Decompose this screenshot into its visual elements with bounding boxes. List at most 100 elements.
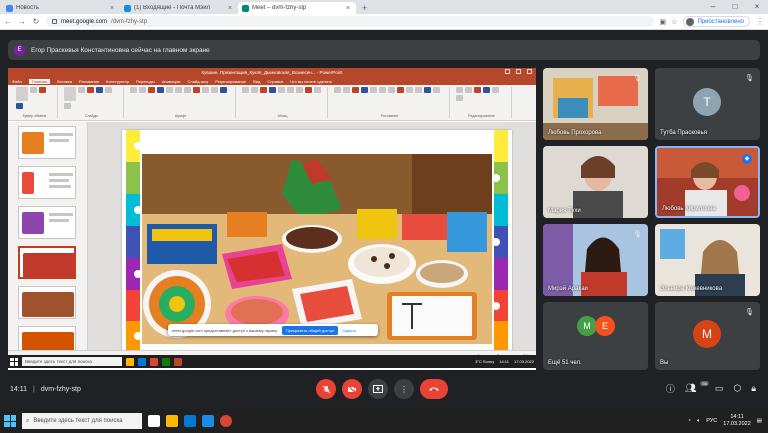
- ribbon-button: [465, 87, 472, 93]
- task-view-icon[interactable]: [148, 415, 160, 427]
- present-icon: [373, 384, 383, 393]
- tab-mail[interactable]: (1) Входящие - Почта Мэйл ×: [120, 2, 238, 14]
- ppt-maximize-icon: [516, 69, 521, 74]
- camera-toggle-button[interactable]: [342, 379, 362, 399]
- more-options-button[interactable]: ⋮: [394, 379, 414, 399]
- ribbon-button: [39, 87, 46, 93]
- ribbon-button: [64, 87, 76, 101]
- close-icon[interactable]: ×: [346, 5, 352, 12]
- shared-screen: Кувшин, Презентация_Кукля_Дымковская_Воз…: [8, 68, 536, 370]
- ribbon-group: Рисование: [330, 87, 450, 118]
- file-explorer-icon[interactable]: [166, 415, 178, 427]
- ribbon-button: [87, 87, 94, 93]
- ribbon-group-label: Редактирование: [468, 114, 495, 118]
- search-icon: ⌕: [26, 417, 30, 424]
- wifi-icon[interactable]: ◔: [688, 418, 691, 424]
- ppt-tab: Справка: [267, 78, 284, 84]
- ppt-ribbon: Буфер обмена Слайды Шрифт Абзац Рисование Ред…: [8, 85, 536, 121]
- info-icon[interactable]: ⓘ: [666, 382, 675, 395]
- ribbon-group-buttons: [64, 87, 119, 109]
- ribbon-button: [406, 87, 413, 93]
- mic-off-icon: 🎙︎: [745, 309, 754, 316]
- camera-indicator-icon[interactable]: ▣: [660, 18, 667, 26]
- present-screen-button[interactable]: [368, 379, 388, 399]
- tab-meet[interactable]: Meet – dvm-fzhy-stp ×: [238, 2, 356, 14]
- close-window-icon[interactable]: ×: [746, 0, 768, 14]
- ribbon-button: [157, 87, 164, 93]
- leave-call-button[interactable]: [420, 379, 448, 399]
- people-icon[interactable]: 👥︎ 56: [685, 381, 709, 394]
- forward-arrow-icon[interactable]: →: [18, 17, 26, 26]
- taskbar-search[interactable]: ⌕ Введите здесь текст для поиска: [22, 413, 142, 429]
- lock-icon[interactable]: 🔒︎: [751, 383, 756, 394]
- ribbon-button: [424, 87, 431, 93]
- menu-kebab-icon[interactable]: ⋮: [756, 17, 764, 26]
- minimize-icon[interactable]: –: [702, 0, 724, 14]
- participant-tile[interactable]: Эльвира Кожевникова: [655, 224, 760, 296]
- participant-name: Любовь Кириллова: [662, 206, 716, 212]
- banner-text: Егор Праскевья Константиновна сейчас на …: [31, 46, 210, 54]
- thumb-image: [22, 132, 44, 154]
- mic-off-icon: 🎙︎: [633, 231, 642, 238]
- participant-tile[interactable]: Т Тутба Прасковья 🎙︎: [655, 68, 760, 140]
- chrome-icon[interactable]: [220, 415, 232, 427]
- share-notice-text: meet.google.com предоставляет доступ к в…: [172, 327, 278, 333]
- language-indicator[interactable]: РУС: [706, 418, 717, 424]
- windows-start-icon[interactable]: [4, 415, 16, 427]
- volume-icon[interactable]: 🔈︎: [697, 418, 700, 425]
- edge-icon[interactable]: [184, 415, 196, 427]
- participant-name: Ещё 51 чел.: [548, 360, 582, 366]
- participant-tile[interactable]: Мирэй Аракаи 🎙︎: [543, 224, 648, 296]
- profile-avatar: [686, 17, 695, 26]
- avatar: M: [693, 320, 721, 348]
- ribbon-group-buttons: [456, 87, 507, 101]
- self-tile[interactable]: M Вы 🎙︎: [655, 302, 760, 370]
- chat-icon[interactable]: ▭: [715, 383, 724, 394]
- participant-name: Любовь Прохорова: [548, 130, 602, 136]
- ppt-title-bar: Кувшин, Презентация_Кукля_Дымковская_Воз…: [8, 68, 536, 77]
- back-arrow-icon[interactable]: ←: [4, 17, 12, 26]
- ribbon-button: [175, 87, 182, 93]
- slide-thumbnail: [18, 166, 76, 199]
- ribbon-button: [16, 103, 23, 109]
- ribbon-button: [30, 87, 37, 93]
- url-field[interactable]: meet.google.com/dvm-fzhy-stp: [46, 16, 654, 27]
- ribbon-button: [379, 87, 386, 93]
- ribbon-group: Слайды: [60, 87, 124, 118]
- others-tile[interactable]: M E Ещё 51 чел.: [543, 302, 648, 370]
- maximize-icon[interactable]: □: [724, 0, 746, 14]
- ppt-tab: Рисование: [78, 78, 100, 84]
- thumb-image: [22, 212, 44, 234]
- search-placeholder: Введите здесь текст для поиска: [33, 418, 123, 424]
- new-tab-button[interactable]: +: [356, 3, 373, 14]
- ppt-tab: Слайд-шоу: [187, 78, 209, 84]
- participant-tile[interactable]: Любовь Прохорова 🎙︎: [543, 68, 648, 140]
- close-icon[interactable]: ×: [228, 5, 234, 12]
- notifications-icon[interactable]: ▤: [757, 418, 762, 424]
- close-icon[interactable]: ×: [110, 5, 116, 12]
- tab-news[interactable]: Новость ×: [2, 2, 120, 14]
- ribbon-button: [433, 87, 440, 93]
- taskbar-clock[interactable]: 14:11 17.03.2022: [723, 414, 751, 428]
- star-icon[interactable]: ☆: [671, 18, 677, 26]
- slide-thumbnails: [8, 122, 88, 360]
- thumb-image: [23, 253, 74, 277]
- ribbon-button: [278, 87, 285, 93]
- ribbon-button: [483, 87, 490, 93]
- news-favicon-icon: [6, 4, 13, 12]
- participant-tile[interactable]: Мария Тухи: [543, 146, 648, 218]
- slide-thumbnail: [18, 126, 76, 159]
- mail-favicon-icon: [124, 4, 131, 12]
- activities-icon[interactable]: ⬡: [733, 383, 741, 394]
- presenter-avatar: Е: [14, 44, 25, 56]
- participant-tile-speaking[interactable]: Любовь Кириллова ◆: [655, 146, 760, 218]
- ribbon-button: [16, 87, 28, 101]
- presenter-time: 14:11: [499, 359, 509, 364]
- ribbon-group-label: Буфер обмена: [22, 114, 47, 118]
- reload-icon[interactable]: ↻: [32, 17, 40, 26]
- mic-toggle-button[interactable]: [316, 379, 336, 399]
- word-icon[interactable]: [202, 415, 214, 427]
- ribbon-button: [193, 87, 200, 93]
- call-controls: ⋮: [316, 379, 448, 399]
- profile-paused-button[interactable]: Приостановлено: [683, 16, 750, 27]
